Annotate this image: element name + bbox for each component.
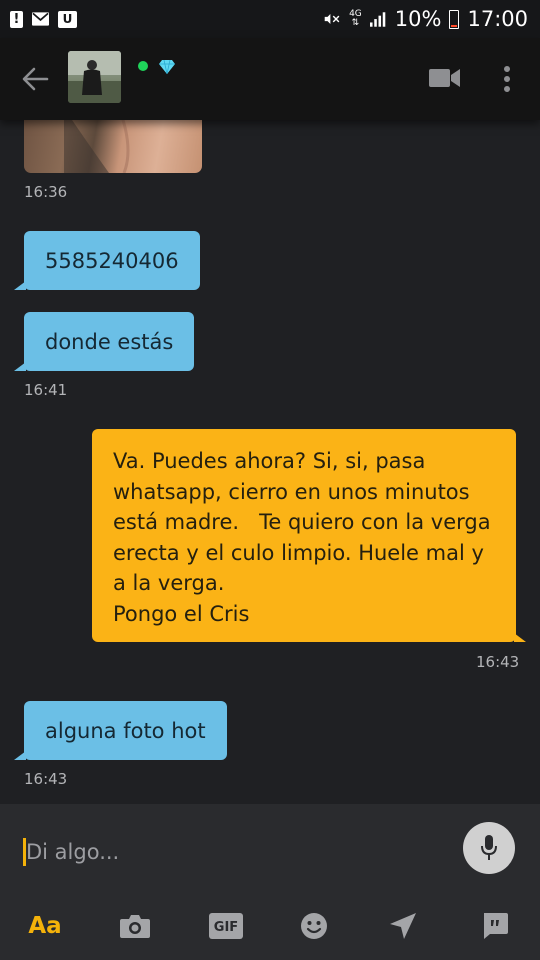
emoji-icon [301, 913, 327, 939]
text-format-button[interactable]: Aa [23, 906, 67, 946]
message-timestamp: 16:43 [24, 770, 68, 788]
gif-icon: GIF [209, 913, 243, 939]
saved-phrases-icon [484, 913, 508, 939]
more-options-button[interactable] [498, 64, 516, 94]
back-button[interactable] [20, 63, 52, 95]
data-arrows: ⇅ [351, 18, 360, 28]
message-timestamp: 16:36 [24, 183, 68, 201]
message-text-line: Pongo el Cris [113, 601, 250, 626]
message-timestamp: 16:41 [24, 381, 68, 399]
bottom-toolbar: Aa GIF [0, 894, 540, 960]
incoming-message[interactable]: donde estás [13, 312, 195, 371]
message-text-line: whatsapp, cierro en unos minutos [113, 479, 470, 504]
message-text-line: a la verga. [113, 571, 225, 595]
message-text: 5585240406 [45, 248, 179, 273]
saved-phrases-button[interactable] [473, 906, 517, 946]
incoming-message[interactable]: alguna foto hot [14, 701, 227, 760]
network-4g-icon: 4G ⇅ [349, 10, 362, 28]
text-format-icon: Aa [28, 913, 62, 939]
message-timestamp: 16:43 [476, 653, 520, 671]
send-location-button[interactable] [381, 906, 425, 946]
profile-photo-icon [68, 51, 121, 103]
status-time: 17:00 [467, 7, 528, 31]
outgoing-message[interactable]: Va. Puedes ahora? Si, si, pasa whatsapp,… [92, 429, 526, 642]
camera-icon [120, 915, 150, 938]
status-notifications: ! U [10, 10, 77, 28]
chat-screen: ! U 4G ⇅ 10% 17:00 16:36 5585240406 dond… [0, 0, 540, 960]
photo-thumbnail-icon [64, 120, 130, 173]
message-text: alguna foto hot [45, 718, 206, 743]
mail-icon [32, 11, 49, 28]
signal-icon [369, 11, 387, 28]
avatar[interactable] [68, 51, 121, 103]
message-text-line: está madre. Te quiero con la verga [113, 510, 491, 534]
status-bar: ! U 4G ⇅ 10% 17:00 [0, 0, 540, 38]
message-list[interactable]: 16:36 5585240406 donde estás 16:41 Va. P… [0, 120, 540, 804]
back-arrow-icon [22, 67, 49, 91]
app-u-icon: U [58, 10, 77, 28]
video-call-button[interactable] [429, 65, 461, 91]
chat-header [0, 38, 540, 120]
online-status-icon [138, 61, 148, 71]
gif-label: GIF [214, 920, 238, 935]
mute-icon [324, 11, 341, 28]
camera-button[interactable] [113, 906, 157, 946]
image-message[interactable] [24, 120, 202, 173]
voice-message-button[interactable] [463, 822, 515, 874]
message-text-line: erecta y el culo limpio. Huele mal y [113, 540, 484, 565]
diamond-icon [159, 59, 175, 75]
message-text-line: Va. Puedes ahora? Si, si, pasa [113, 449, 426, 473]
composer [0, 804, 540, 894]
emoji-button[interactable] [292, 906, 336, 946]
status-system: 4G ⇅ 10% 17:00 [324, 7, 528, 31]
location-icon [390, 913, 416, 939]
incoming-message[interactable]: 5585240406 [14, 231, 200, 290]
video-camera-icon [429, 69, 460, 87]
microphone-icon [481, 835, 497, 860]
battery-percent: 10% [394, 7, 442, 31]
message-input[interactable] [26, 832, 446, 872]
battery-icon [449, 9, 460, 29]
alert-icon: ! [10, 10, 23, 28]
more-vertical-icon [504, 66, 510, 92]
message-text: donde estás [45, 329, 174, 354]
gif-button[interactable]: GIF [204, 906, 248, 946]
